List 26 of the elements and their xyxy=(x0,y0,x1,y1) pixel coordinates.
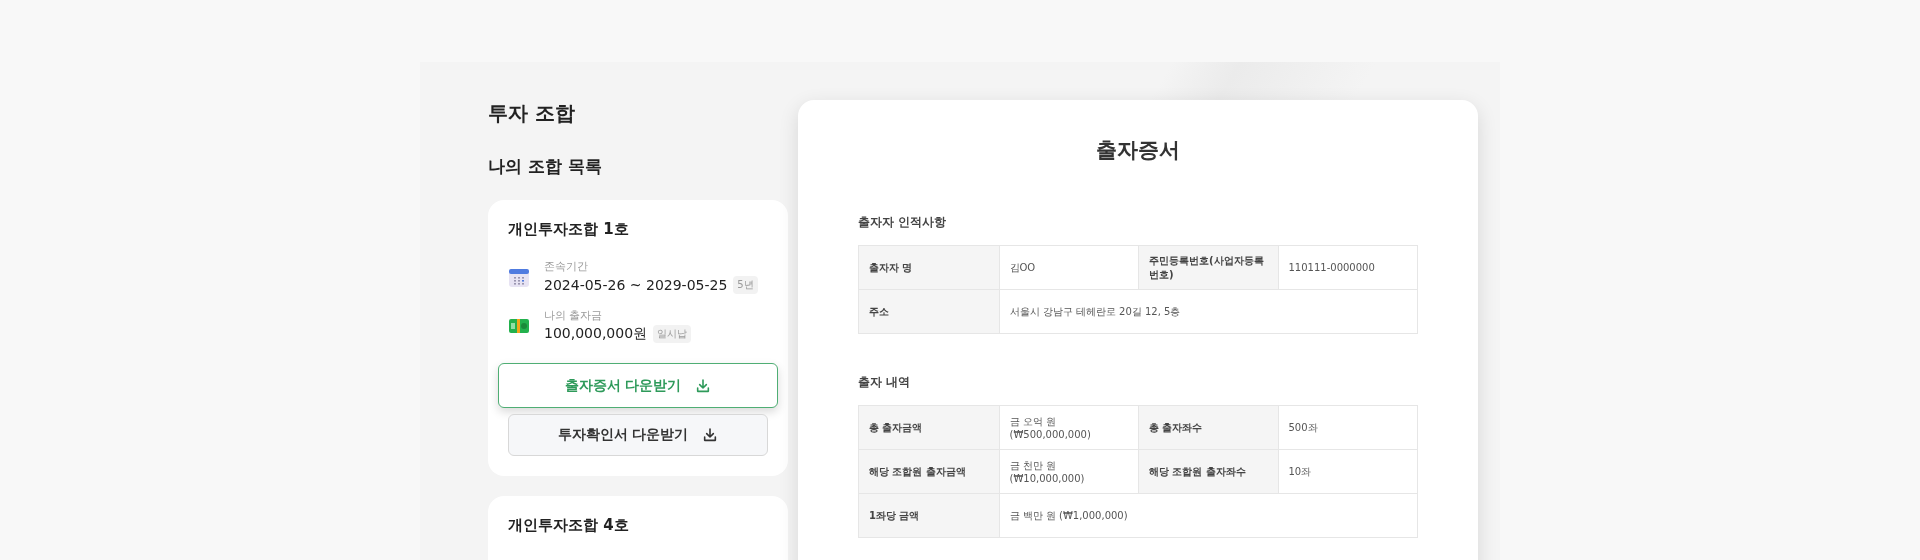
label-cell: 주소 xyxy=(859,290,999,333)
label-cell: 총 출자금액 xyxy=(859,406,999,449)
download-button[interactable]: 출자증서 다운받기 xyxy=(498,363,778,408)
detail-value: 2024-05-26 ~ 2029-05-25 xyxy=(544,277,728,293)
detail-tag: 일시납 xyxy=(653,325,692,343)
label-cell: 출자자 명 xyxy=(859,246,999,289)
detail-label: 나의 출자금 xyxy=(544,308,604,323)
download-icon xyxy=(695,377,712,394)
document-title: 출자증서 xyxy=(1095,137,1181,164)
fund-name: 개인투자조합 4호 xyxy=(508,516,630,535)
page-title: 투자 조합 xyxy=(488,100,576,127)
section-title: 나의 조합 목록 xyxy=(488,155,603,178)
label-cell: 주민등록번호(사업자등록번호) xyxy=(1138,246,1278,289)
label-cell: 1좌당 금액 xyxy=(859,494,999,537)
download-icon xyxy=(702,427,719,443)
label-cell: 해당 조합원 출자좌수 xyxy=(1138,450,1278,493)
detail-tag: 5년 xyxy=(733,276,758,294)
download-button[interactable]: 투자확인서 다운받기 xyxy=(508,414,768,456)
label-cell: 해당 조합원 출자금액 xyxy=(859,450,999,493)
section-heading: 출자자 인적사항 xyxy=(858,214,948,231)
detail-value: 100,000,000원 xyxy=(544,325,648,343)
cash-icon xyxy=(508,316,530,335)
section-heading: 출자 내역 xyxy=(858,374,912,391)
fund-name: 개인투자조합 1호 xyxy=(508,220,630,239)
label-cell: 총 출자좌수 xyxy=(1138,406,1278,449)
detail-label: 존속기간 xyxy=(544,259,589,274)
